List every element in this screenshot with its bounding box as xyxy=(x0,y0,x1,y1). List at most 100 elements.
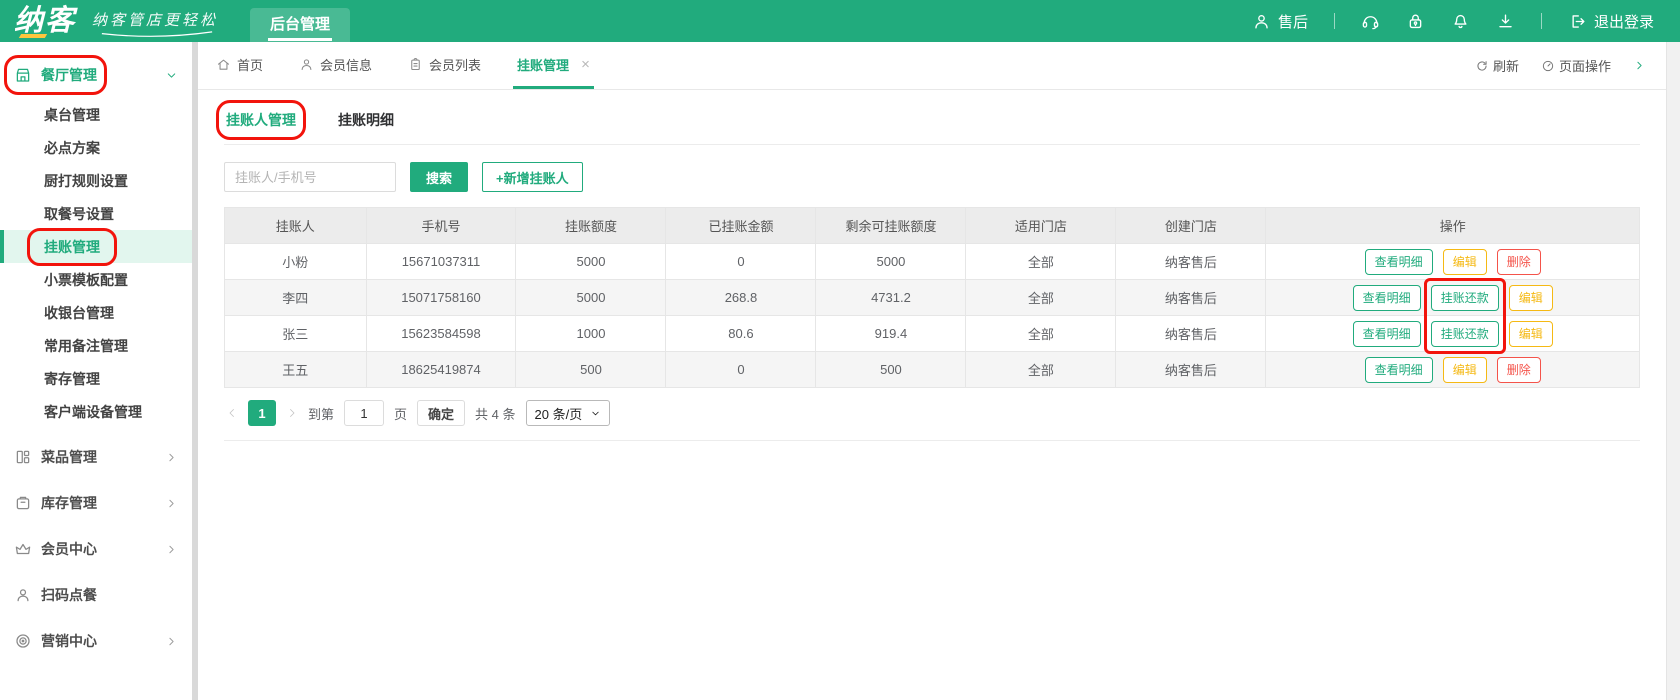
sidebar-group-label: 会员中心 xyxy=(41,541,97,557)
table-cell: 全部 xyxy=(965,351,1117,388)
table-cell: 500 xyxy=(515,351,667,388)
sidebar-item-桌台管理[interactable]: 桌台管理 xyxy=(0,98,192,131)
search-row: 搜索 +新增挂账人 xyxy=(224,162,1640,192)
sidebar-item-label: 客户端设备管理 xyxy=(44,403,142,420)
tab-backend-admin[interactable]: 后台管理 xyxy=(250,8,351,42)
action-button-查看明细[interactable]: 查看明细 xyxy=(1364,248,1433,275)
sidebar-item-小票模板配置[interactable]: 小票模板配置 xyxy=(0,263,192,296)
sidebar-item-label: 必点方案 xyxy=(44,139,100,156)
sidebar-group-营销中心[interactable]: 营销中心 xyxy=(0,618,192,664)
table-cell: 18625419874 xyxy=(365,351,517,388)
sidebar-item-必点方案[interactable]: 必点方案 xyxy=(0,131,192,164)
store-icon xyxy=(14,66,32,84)
sidebar-item-label: 桌台管理 xyxy=(44,106,100,123)
page-actions-label: 页面操作 xyxy=(1558,59,1611,74)
logout-button[interactable]: 退出登录 xyxy=(1568,11,1654,32)
table-cell: 500 xyxy=(815,351,967,388)
actions-cell: 查看明细 挂账还款 编辑 xyxy=(1265,279,1640,316)
divider xyxy=(1333,13,1335,29)
sidebar-group-会员中心[interactable]: 会员中心 xyxy=(0,526,192,572)
tab-挂账管理[interactable]: 挂账管理 × xyxy=(513,42,594,89)
table-wrap: 挂账人 手机号 挂账额度 已挂账金额 剩余可挂账额度 适用门店 创建门店 操作 小粉 15671… xyxy=(224,207,1640,441)
page-panel: 挂账人管理 挂账明细 搜索 +新增挂账人 挂账人手机号挂账额度已挂账金额剩余可挂账… xyxy=(198,90,1666,700)
sidebar-item-label: 挂账管理 xyxy=(27,227,117,266)
column-header: 已挂账金额 xyxy=(665,207,817,244)
sidebar-group-餐厅管理[interactable]: 餐厅管理 xyxy=(0,52,192,98)
sidebar-item-取餐号设置[interactable]: 取餐号设置 xyxy=(0,197,192,230)
lock-icon[interactable] xyxy=(1406,12,1425,31)
table-cell: 全部 xyxy=(965,279,1117,316)
page-scrollbar[interactable] xyxy=(1666,42,1680,700)
current-user[interactable]: 售后 xyxy=(1252,11,1308,32)
action-button-挂账还款[interactable]: 挂账还款 xyxy=(1430,284,1499,311)
prev-page-icon[interactable] xyxy=(226,407,238,419)
table-cell: 5000 xyxy=(815,243,967,280)
sidebar-group-label: 库存管理 xyxy=(41,495,97,511)
sidebar-group-菜品管理[interactable]: 菜品管理 xyxy=(0,434,192,480)
sidebar-group-inner: 库存管理 xyxy=(14,493,97,513)
action-button-编辑[interactable]: 编辑 xyxy=(1442,248,1487,275)
sidebar-item-厨打规则设置[interactable]: 厨打规则设置 xyxy=(0,164,192,197)
chevron-right-icon xyxy=(165,543,178,556)
table-cell: 王五 xyxy=(224,351,367,388)
sidebar-item-寄存管理[interactable]: 寄存管理 xyxy=(0,362,192,395)
table-cell: 张三 xyxy=(224,315,367,352)
sidebar-group-label: 菜品管理 xyxy=(41,449,97,465)
tabbar-controls: 刷新 页面操作 xyxy=(1475,42,1646,89)
action-button-查看明细[interactable]: 查看明细 xyxy=(1352,284,1421,311)
page-size-select[interactable]: 20 条/页 xyxy=(525,400,611,426)
refresh-button[interactable]: 刷新 xyxy=(1475,56,1519,75)
sidebar-group-inner: 营销中心 xyxy=(14,631,97,651)
tab-会员信息[interactable]: 会员信息 xyxy=(295,42,376,89)
action-button-编辑[interactable]: 编辑 xyxy=(1442,356,1487,383)
main-layout: 餐厅管理桌台管理必点方案厨打规则设置取餐号设置 挂账管理 小票模板配置 收银台管理 常用… xyxy=(0,42,1680,700)
tab-会员列表[interactable]: 会员列表 xyxy=(404,42,485,89)
marketing-icon xyxy=(14,632,32,650)
bell-icon[interactable] xyxy=(1451,12,1470,31)
search-input[interactable] xyxy=(224,162,396,192)
action-button-查看明细[interactable]: 查看明细 xyxy=(1352,320,1421,347)
sidebar-item-常用备注管理[interactable]: 常用备注管理 xyxy=(0,329,192,362)
table-cell: 1000 xyxy=(515,315,667,352)
action-button-编辑[interactable]: 编辑 xyxy=(1508,284,1553,311)
expand-right-icon[interactable] xyxy=(1633,59,1646,72)
action-button-查看明细[interactable]: 查看明细 xyxy=(1364,356,1433,383)
action-button-删除[interactable]: 删除 xyxy=(1496,356,1541,383)
table-cell: 纳客售后 xyxy=(1115,315,1267,352)
subtab-挂账明细[interactable]: 挂账明细 xyxy=(338,110,394,130)
next-page-icon[interactable] xyxy=(286,407,298,419)
sidebar-item-挂账管理[interactable]: 挂账管理 xyxy=(0,227,192,266)
logout-icon xyxy=(1568,12,1587,31)
confirm-page-button[interactable]: 确定 xyxy=(417,400,466,426)
search-button[interactable]: 搜索 xyxy=(410,162,469,192)
subtab-挂账人管理[interactable]: 挂账人管理 xyxy=(216,100,306,140)
close-tab-icon[interactable]: × xyxy=(581,56,590,73)
action-button-挂账还款[interactable]: 挂账还款 xyxy=(1430,320,1499,347)
sidebar-item-客户端设备管理[interactable]: 客户端设备管理 xyxy=(0,395,192,428)
current-page[interactable]: 1 xyxy=(248,400,276,426)
column-header: 剩余可挂账额度 xyxy=(815,207,967,244)
headset-icon[interactable] xyxy=(1361,12,1380,31)
tab-首页[interactable]: 首页 xyxy=(212,42,267,89)
goto-page-input[interactable] xyxy=(344,400,385,426)
table-cell: 小粉 xyxy=(224,243,367,280)
sidebar-group-扫码点餐[interactable]: 扫码点餐 xyxy=(0,572,192,618)
download-icon[interactable] xyxy=(1496,12,1515,31)
action-button-删除[interactable]: 删除 xyxy=(1496,248,1541,275)
action-button-编辑[interactable]: 编辑 xyxy=(1508,320,1553,347)
table-row: 李四 15071758160 5000 268.8 4731.2 全部 纳客售后 查看明细 挂账… xyxy=(224,279,1640,316)
refresh-label: 刷新 xyxy=(1492,59,1519,74)
table-cell: 15623584598 xyxy=(365,315,517,352)
tab-label: 首页 xyxy=(237,57,264,73)
page-actions-button[interactable]: 页面操作 xyxy=(1541,56,1611,75)
sidebar: 餐厅管理桌台管理必点方案厨打规则设置取餐号设置 挂账管理 小票模板配置 收银台管理 常用… xyxy=(0,42,192,700)
sidebar-group-库存管理[interactable]: 库存管理 xyxy=(0,480,192,526)
add-debtor-button[interactable]: +新增挂账人 xyxy=(482,162,583,192)
table-cell: 纳客售后 xyxy=(1115,351,1267,388)
column-header: 挂账额度 xyxy=(515,207,667,244)
sidebar-item-收银台管理[interactable]: 收银台管理 xyxy=(0,296,192,329)
sidebar-item-label: 厨打规则设置 xyxy=(44,172,128,189)
scan-order-icon xyxy=(14,586,32,604)
sidebar-group-label: 餐厅管理 xyxy=(41,67,97,83)
sidebar-group-inner: 餐厅管理 xyxy=(4,55,107,95)
